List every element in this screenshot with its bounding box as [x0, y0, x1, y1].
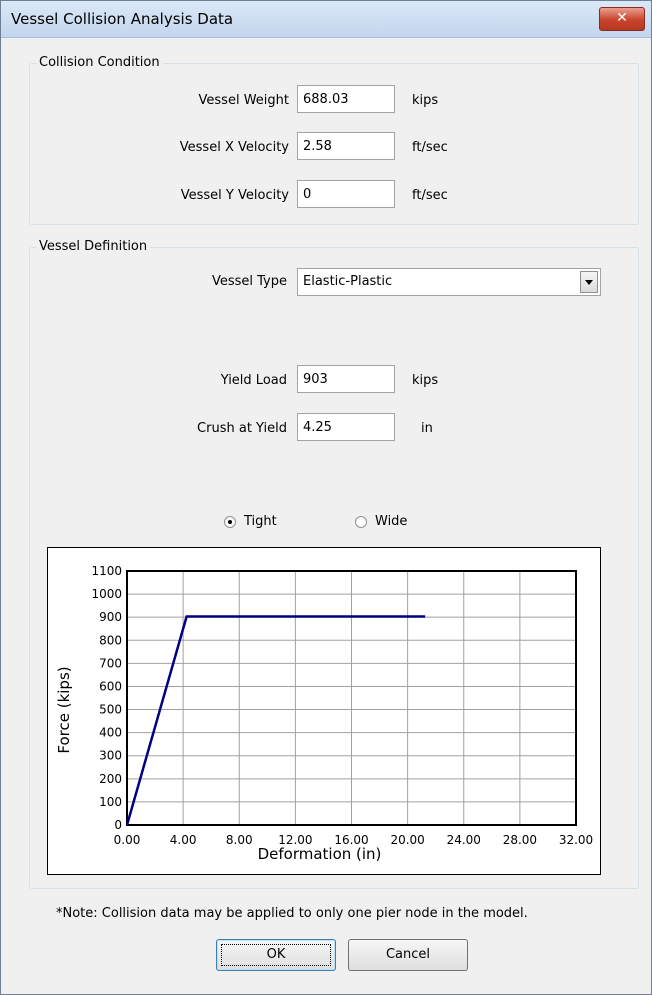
vessel-y-velocity-label: Vessel Y Velocity	[180, 188, 289, 203]
vessel-x-velocity-input[interactable]	[297, 132, 395, 160]
yield-load-label: Yield Load	[220, 373, 287, 388]
y-tick-label: 700	[99, 656, 122, 670]
radio-tight-label: Tight	[244, 514, 277, 529]
cancel-button[interactable]: Cancel	[348, 939, 468, 971]
vessel-x-velocity-label: Vessel X Velocity	[179, 140, 289, 155]
close-icon: ✕	[616, 10, 628, 26]
y-tick-label: 900	[99, 610, 122, 624]
y-tick-label: 1000	[91, 587, 122, 601]
y-tick-label: 1100	[91, 564, 122, 578]
y-tick-label: 400	[99, 726, 122, 740]
radio-tight-indicator[interactable]	[224, 515, 236, 528]
x-tick-label: 32.00	[559, 833, 593, 847]
x-tick-label: 28.00	[503, 833, 537, 847]
focus-rect	[221, 944, 331, 966]
y-tick-label: 100	[99, 795, 122, 809]
x-tick-label: 24.00	[447, 833, 481, 847]
vessel-y-velocity-unit: ft/sec	[412, 188, 448, 203]
collision-condition-legend: Collision Condition	[36, 55, 163, 70]
radio-tight[interactable]: Tight	[224, 514, 277, 529]
vessel-type-label: Vessel Type	[211, 274, 287, 289]
vessel-x-velocity-unit: ft/sec	[412, 140, 448, 155]
y-tick-label: 800	[99, 633, 122, 647]
dialog-window: Vessel Collision Analysis Data ✕ Collisi…	[0, 0, 652, 995]
vessel-weight-unit: kips	[412, 93, 439, 108]
chevron-down-icon[interactable]	[580, 271, 598, 293]
radio-wide-indicator[interactable]	[355, 515, 367, 528]
crush-at-yield-unit: in	[421, 421, 433, 436]
radio-wide[interactable]: Wide	[355, 514, 407, 529]
y-tick-label: 500	[99, 703, 122, 717]
vessel-type-select[interactable]: Elastic-Plastic	[297, 268, 601, 296]
title-bar[interactable]: Vessel Collision Analysis Data ✕	[1, 1, 651, 38]
x-tick-label: 20.00	[390, 833, 424, 847]
x-tick-label: 4.00	[170, 833, 197, 847]
chart-svg: 0 100 200 300 400 500 600 700 800 900 1000 1100 0.00…	[55, 564, 593, 863]
vessel-definition-legend: Vessel Definition	[36, 239, 151, 254]
y-tick-label: 300	[99, 749, 122, 763]
yield-load-input[interactable]	[297, 365, 395, 393]
cancel-button-label: Cancel	[385, 947, 431, 962]
yield-load-unit: kips	[412, 373, 439, 388]
force-deformation-chart: 0 100 200 300 400 500 600 700 800 900 1000 1100 0.00…	[47, 547, 601, 875]
x-tick-label: 8.00	[226, 833, 253, 847]
close-button[interactable]: ✕	[599, 7, 645, 31]
window-title: Vessel Collision Analysis Data	[11, 10, 234, 28]
vessel-weight-label: Vessel Weight	[198, 93, 289, 108]
vessel-weight-input[interactable]	[297, 85, 395, 113]
crush-at-yield-label: Crush at Yield	[197, 421, 287, 436]
y-axis-label: Force (kips)	[55, 666, 73, 753]
radio-wide-label: Wide	[375, 514, 408, 529]
crush-at-yield-input[interactable]	[297, 413, 395, 441]
x-axis-label: Deformation (in)	[258, 845, 382, 863]
y-tick-label: 600	[99, 679, 122, 693]
y-tick-label: 200	[99, 772, 122, 786]
y-tick-label: 0	[114, 818, 122, 832]
series-line	[125, 615, 426, 826]
ok-button[interactable]: OK	[216, 939, 336, 971]
x-tick-label: 0.00	[114, 833, 141, 847]
vessel-y-velocity-input[interactable]	[297, 180, 395, 208]
vessel-type-value: Elastic-Plastic	[303, 274, 393, 289]
collision-note: *Note: Collision data may be applied to …	[56, 906, 528, 921]
